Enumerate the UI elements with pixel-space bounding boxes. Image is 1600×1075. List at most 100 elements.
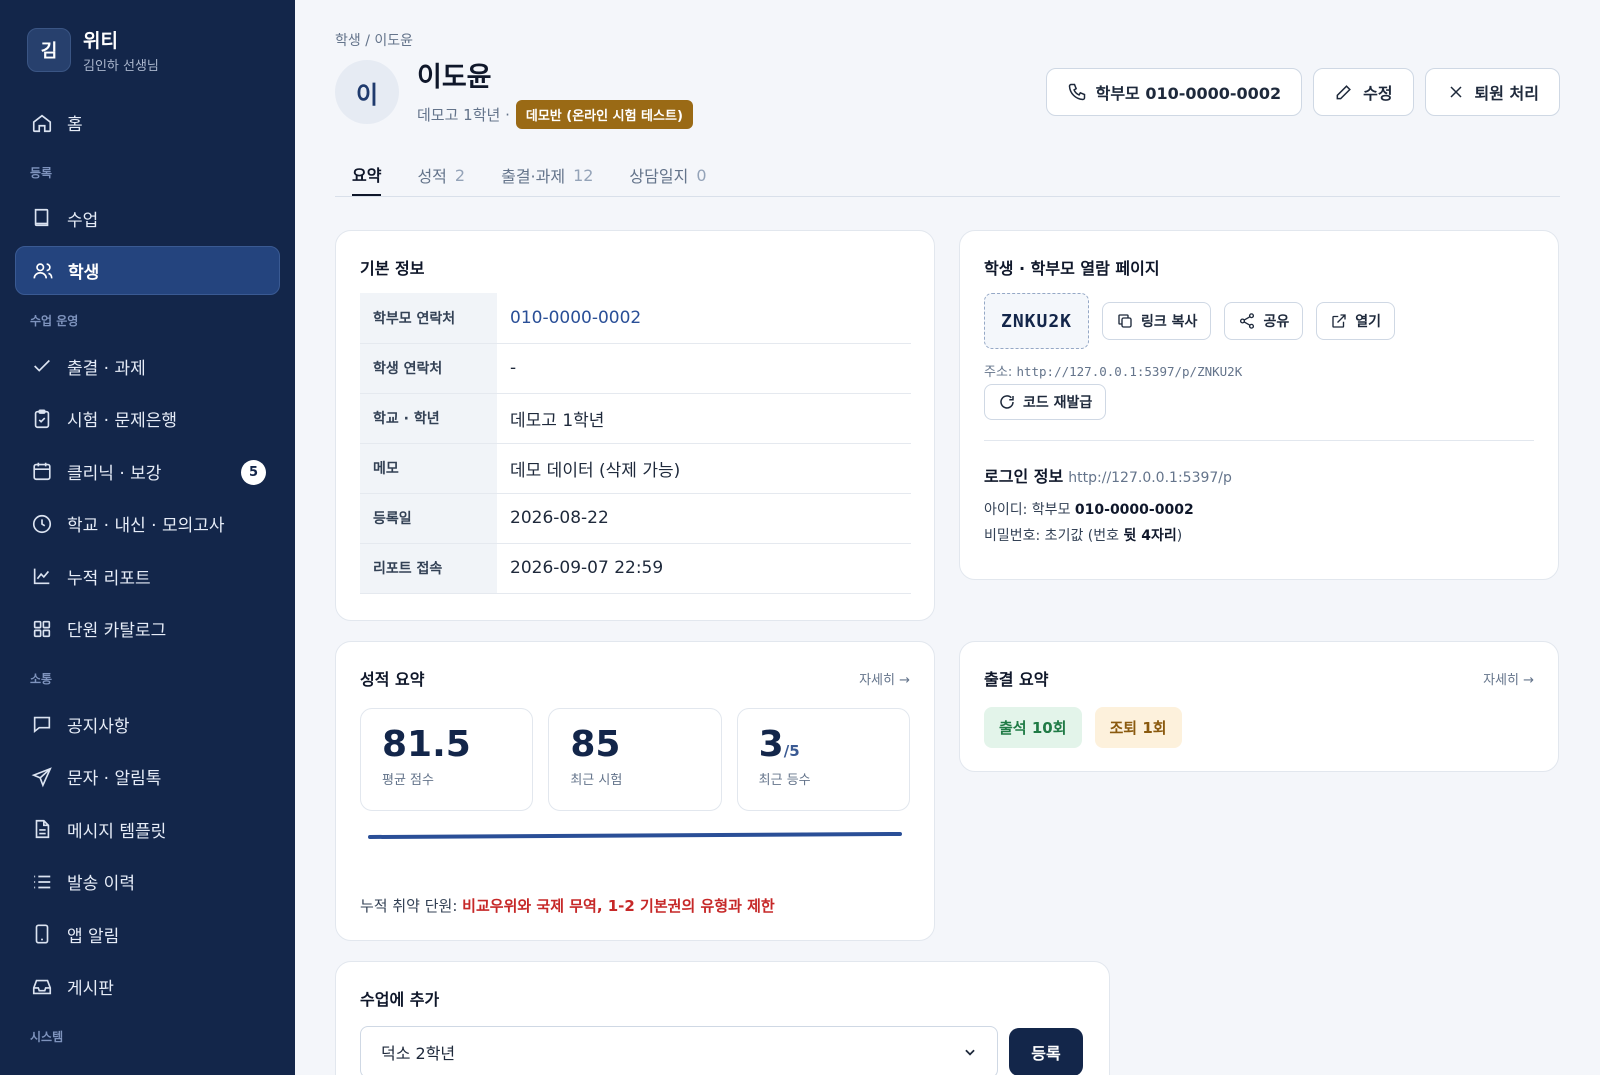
book-icon xyxy=(34,208,49,227)
portal-address: 주소: http://127.0.0.1:5397/p/ZNKU2K xyxy=(984,361,1534,380)
clinic-count-badge: 5 xyxy=(241,459,266,485)
basic-info-table: 학부모 연락처 010-0000-0002 학생 연락처 - 학교 · 학년 데모고 … xyxy=(360,293,911,594)
row-key: 등록일 xyxy=(360,493,497,543)
tab-label: 성적 xyxy=(417,167,447,186)
home-icon xyxy=(32,114,52,132)
clipboard-icon xyxy=(34,408,50,428)
file-text-icon xyxy=(35,819,50,839)
sidebar-item-app[interactable]: 앱 알림 xyxy=(15,910,280,959)
sidebar-item-label: 공지사항 xyxy=(67,716,130,737)
copy-icon xyxy=(1118,314,1132,328)
table-row: 리포트 접속 2026-09-07 22:59 xyxy=(360,543,911,593)
check-icon xyxy=(34,359,50,372)
external-link-icon xyxy=(1332,314,1346,328)
table-row: 학교 · 학년 데모고 1학년 xyxy=(360,393,911,443)
rank-label: 최근 등수 xyxy=(758,772,811,788)
sidebar-item-template[interactable]: 메시지 템플릿 xyxy=(15,805,280,854)
withdraw-button[interactable]: 퇴원 처리 xyxy=(1424,68,1560,116)
copy-link-button[interactable]: 링크 복사 xyxy=(1102,302,1212,340)
parent-phone-link[interactable]: 010-0000-0002 xyxy=(497,293,911,343)
login-id: 아이디: 학부모 010-0000-0002 xyxy=(984,499,1534,519)
sidebar-item-notice[interactable]: 공지사항 xyxy=(15,700,280,749)
brand-subtitle: 김인하 선생님 xyxy=(83,59,159,74)
tab-counsel[interactable]: 상담일지 0 xyxy=(629,154,706,196)
score-summary-card: 성적 요약 자세히 → 81.5 평균 점수 85 최근 시험 3/5 최근 등… xyxy=(335,641,935,941)
sidebar-item-class[interactable]: 수업 xyxy=(15,194,280,243)
tab-label: 출결·과제 xyxy=(501,167,566,186)
sidebar-item-sms[interactable]: 문자 · 알림톡 xyxy=(15,752,280,801)
basic-info-title: 기본 정보 xyxy=(360,259,425,278)
sidebar-item-home[interactable]: 홈 xyxy=(15,98,280,147)
share-icon xyxy=(1240,313,1255,329)
tab-bar: 요약 성적 2 출결·과제 12 상담일지 0 xyxy=(335,154,1560,197)
login-title: 로그인 정보 xyxy=(984,467,1064,486)
row-key: 학교 · 학년 xyxy=(360,393,497,443)
tab-scores[interactable]: 성적 2 xyxy=(417,154,465,196)
brand-title: 위티 xyxy=(83,30,118,52)
pw-label: 비밀번호: 초기값 (번호 xyxy=(984,528,1119,544)
sidebar-item-history[interactable]: 발송 이력 xyxy=(15,857,280,906)
tab-summary[interactable]: 요약 xyxy=(352,154,382,196)
grid-icon xyxy=(33,620,51,637)
page-title: 이도윤 xyxy=(417,62,492,93)
sidebar-item-school[interactable]: 학교 · 내신 · 모의고사 xyxy=(15,499,280,548)
refresh-icon xyxy=(1000,395,1014,409)
pw-value: 뒷 4자리 xyxy=(1123,528,1177,544)
rank-value: 3 xyxy=(758,724,784,765)
brand: 김 위티 김인하 선생님 xyxy=(15,24,280,98)
row-value: 2026-09-07 22:59 xyxy=(510,558,664,578)
avg-score-stat: 81.5 평균 점수 xyxy=(360,708,534,811)
sidebar-item-label: 시험 · 문제은행 xyxy=(67,411,178,431)
call-parent-button[interactable]: 학부모 010-0000-0002 xyxy=(1045,68,1303,116)
open-label: 열기 xyxy=(1355,314,1381,330)
pw-end: ) xyxy=(1176,528,1183,544)
open-button[interactable]: 열기 xyxy=(1316,302,1395,340)
chart-line-icon xyxy=(33,568,50,585)
present-count-chip: 출석 10회 xyxy=(984,707,1082,748)
reissue-code-button[interactable]: 코드 재발급 xyxy=(984,384,1107,420)
breadcrumb: 학생 / 이도윤 xyxy=(335,33,414,49)
tab-attendance[interactable]: 출결·과제 12 xyxy=(501,154,593,196)
message-square-icon xyxy=(33,716,51,734)
attendance-more-link[interactable]: 자세히 → xyxy=(1483,669,1534,688)
rank-total: /5 xyxy=(783,742,800,760)
avg-score-label: 평균 점수 xyxy=(382,772,434,788)
divider xyxy=(984,440,1534,441)
clock-icon xyxy=(32,514,52,533)
sidebar-item-label: 메시지 템플릿 xyxy=(67,821,167,842)
sidebar-item-student[interactable]: 학생 xyxy=(15,246,280,295)
sidebar-item-board[interactable]: 게시판 xyxy=(15,962,280,1011)
section-register: 등록 xyxy=(30,165,53,180)
row-key: 학생 연락처 xyxy=(360,343,497,393)
login-url: http://127.0.0.1:5397/p xyxy=(1068,470,1232,486)
share-button[interactable]: 공유 xyxy=(1224,302,1304,340)
sidebar-item-clinic[interactable]: 클리닉 · 보강 5 xyxy=(15,447,280,496)
address-label: 주소: xyxy=(984,365,1013,380)
score-more-link[interactable]: 자세히 → xyxy=(859,669,910,688)
sidebar: 김 위티 김인하 선생님 홈 등록 수업 학생 수업 운영 출결 · 과제 시험… xyxy=(0,0,295,1075)
class-select-value: 덕소 2학년 xyxy=(381,1044,456,1063)
sidebar-item-attendance[interactable]: 출결 · 과제 xyxy=(15,342,280,391)
table-row: 메모 데모 데이터 (삭제 가능) xyxy=(360,443,911,493)
sidebar-item-exam[interactable]: 시험 · 문제은행 xyxy=(15,394,280,443)
edit-button[interactable]: 수정 xyxy=(1313,68,1414,116)
sidebar-item-unit[interactable]: 단원 카탈로그 xyxy=(15,604,280,653)
sidebar-item-report[interactable]: 누적 리포트 xyxy=(15,552,280,601)
sidebar-item-label: 출결 · 과제 xyxy=(67,358,146,379)
sidebar-item-label: 누적 리포트 xyxy=(67,568,151,589)
tab-count: 2 xyxy=(454,165,466,185)
table-row: 등록일 2026-08-22 xyxy=(360,493,911,543)
table-row: 학생 연락처 - xyxy=(360,343,911,393)
tab-label: 상담일지 xyxy=(629,167,689,186)
class-select[interactable]: 덕소 2학년 xyxy=(360,1026,998,1075)
inbox-icon xyxy=(32,979,52,994)
class-tag[interactable]: 데모반 (온라인 시험 테스트) xyxy=(515,100,693,129)
section-ops: 수업 운영 xyxy=(30,313,79,328)
row-value: 2026-08-22 xyxy=(510,508,609,528)
weak-units-value: 비교우위와 국제 무역, 1-2 기본권의 유형과 제한 xyxy=(462,897,775,915)
table-row: 학부모 연락처 010-0000-0002 xyxy=(360,293,911,343)
calendar-icon xyxy=(33,462,51,481)
main-content: 학생 / 이도윤 이 이도윤 데모고 1학년 · 데모반 (온라인 시험 테스트… xyxy=(295,0,1600,1075)
register-button[interactable]: 등록 xyxy=(1009,1028,1083,1075)
sidebar-item-label: 클리닉 · 보강 xyxy=(67,463,162,484)
